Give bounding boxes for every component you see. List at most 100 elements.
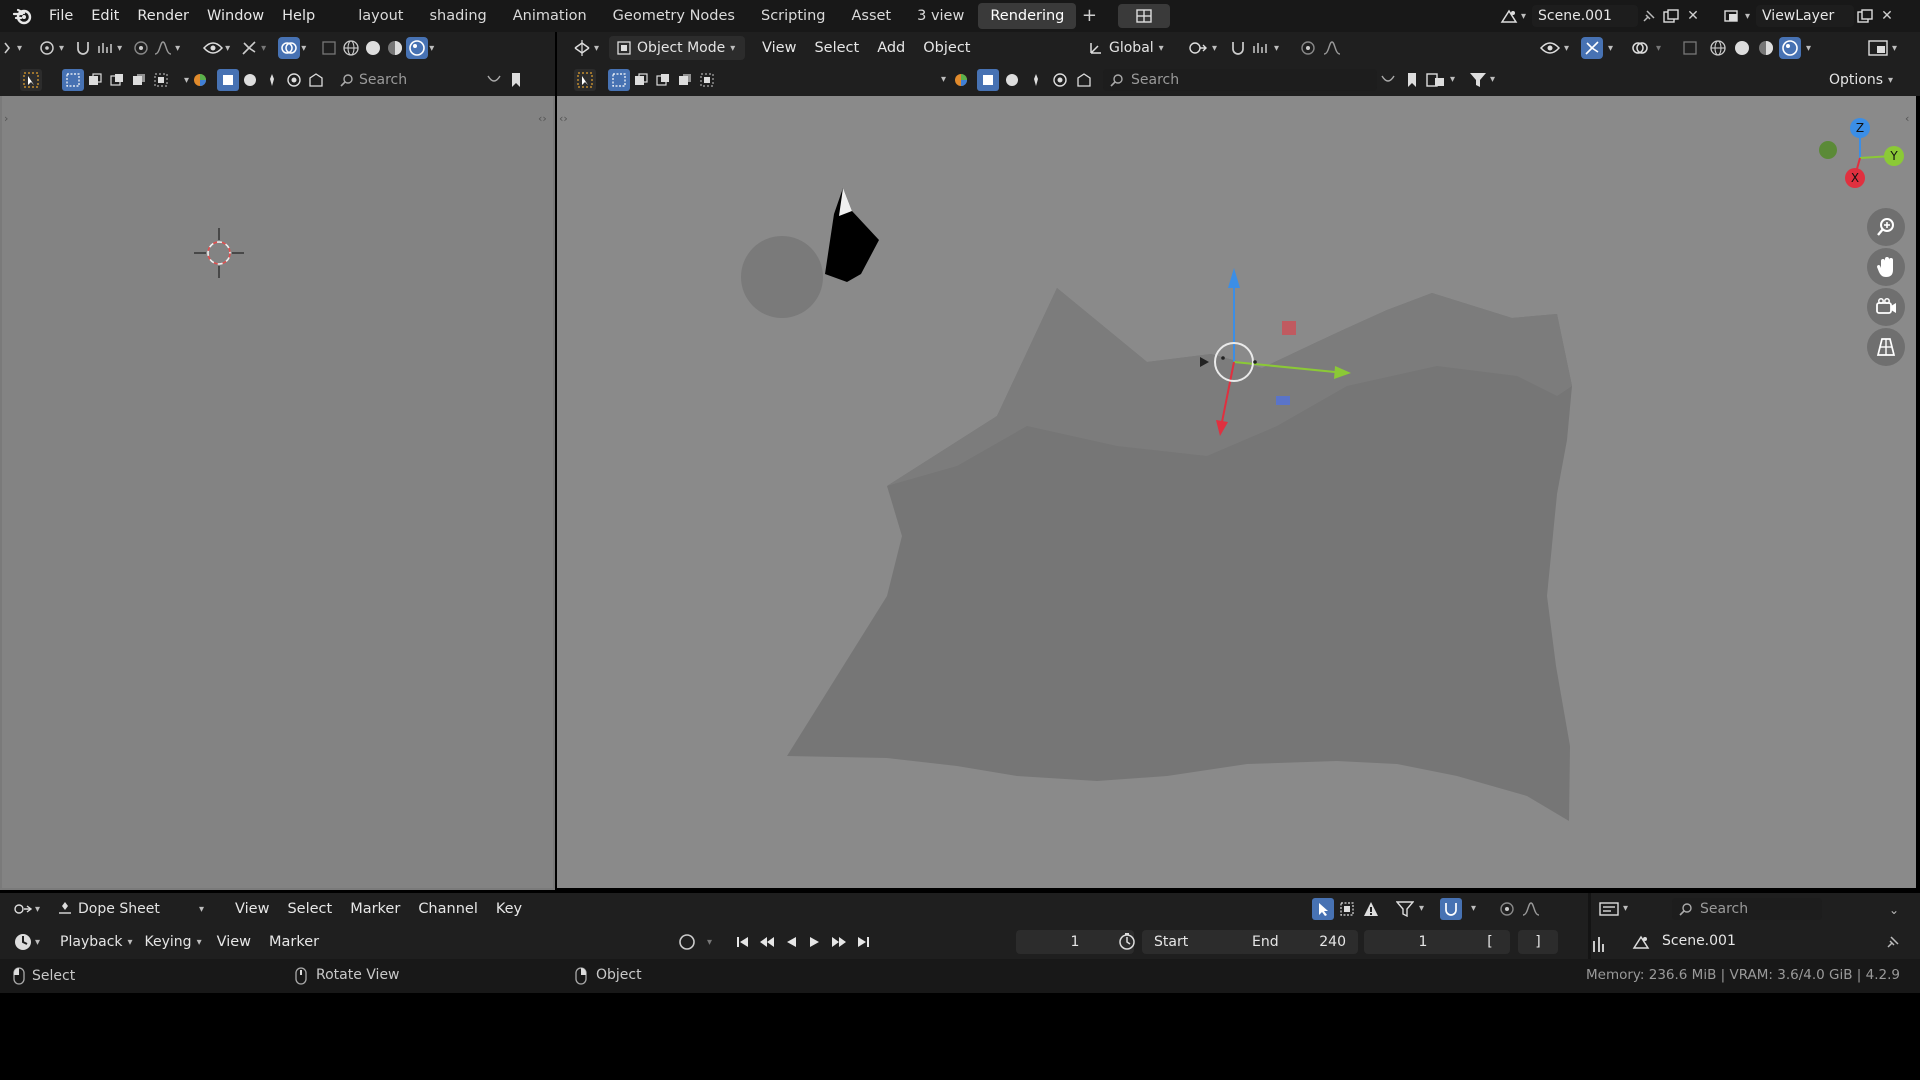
perspective-toggle-icon[interactable] — [1867, 328, 1905, 366]
play-icon[interactable] — [804, 931, 826, 953]
end-frame-field[interactable]: End 240 — [1240, 930, 1358, 954]
gizmo-xy-plane-handle[interactable] — [1276, 396, 1290, 405]
set-start-bracket-button[interactable]: [ — [1470, 930, 1510, 954]
visibility-eye-icon[interactable] — [1539, 37, 1561, 59]
zoom-icon[interactable] — [1867, 208, 1905, 246]
select-intersect-icon[interactable] — [696, 69, 718, 91]
rendered-shading-icon[interactable] — [406, 37, 429, 59]
chevron-down-icon[interactable]: ▾ — [225, 43, 230, 54]
wireframe-shading-icon[interactable] — [1707, 37, 1729, 59]
chevron-down-icon[interactable]: ▾ — [1521, 11, 1526, 22]
viewport-search-field[interactable]: Search — [1103, 69, 1377, 91]
material-shading-icon[interactable] — [1755, 37, 1777, 59]
tab-animation[interactable]: Animation — [501, 3, 599, 29]
other-filter-icon[interactable] — [1073, 69, 1095, 91]
close-view-layer-icon[interactable]: ✕ — [1876, 5, 1898, 27]
add-workspace-icon[interactable]: + — [1078, 5, 1100, 27]
bookmark-icon[interactable] — [505, 69, 527, 91]
select-new-icon[interactable] — [608, 69, 630, 91]
chevron-down-icon[interactable]: ▾ — [1450, 74, 1455, 85]
chevron-down-icon[interactable]: ⌄ — [1889, 903, 1899, 917]
jump-start-icon[interactable] — [732, 931, 754, 953]
filter-funnel-icon[interactable] — [1394, 898, 1416, 920]
chevron-down-icon[interactable]: ▾ — [1656, 43, 1661, 54]
xray-icon[interactable] — [318, 37, 340, 59]
object-type-filter-icon[interactable] — [189, 69, 211, 91]
menu-file[interactable]: File — [40, 8, 82, 24]
new-scene-icon[interactable] — [1660, 5, 1682, 27]
chevron-down-icon[interactable]: ▾ — [1564, 43, 1569, 54]
properties-filter-icon[interactable] — [1590, 933, 1612, 955]
chevron-down-icon[interactable]: ▾ — [1274, 43, 1279, 54]
mode-dropdown[interactable]: Object Mode ▾ — [609, 36, 746, 60]
other-filter-icon[interactable] — [305, 69, 327, 91]
select-invert-icon[interactable] — [674, 69, 696, 91]
select-subtract-icon[interactable] — [652, 69, 674, 91]
chevron-down-icon[interactable]: ▾ — [1623, 903, 1628, 914]
wireframe-shading-icon[interactable] — [340, 37, 362, 59]
editor-type-icon[interactable] — [12, 898, 34, 920]
chevron-down-icon[interactable]: ▾ — [261, 43, 266, 54]
gizmo-icon[interactable] — [238, 37, 260, 59]
keying-dropdown[interactable]: Keying ▾ — [139, 930, 208, 954]
select-extend-icon[interactable] — [630, 69, 652, 91]
set-end-bracket-button[interactable]: ] — [1518, 930, 1558, 954]
proportional-edit-icon[interactable] — [1297, 37, 1319, 59]
chevron-down-icon[interactable]: ▾ — [175, 43, 180, 54]
menu-marker[interactable]: Marker — [341, 901, 409, 917]
object-type-filter-icon[interactable] — [950, 69, 972, 91]
chevron-down-icon[interactable]: ▾ — [1212, 43, 1217, 54]
menu-key[interactable]: Key — [487, 901, 531, 917]
chevron-down-icon[interactable]: ▾ — [707, 937, 712, 948]
chevron-down-icon[interactable]: ▾ — [1419, 903, 1424, 914]
proportional-edit-icon[interactable] — [130, 37, 152, 59]
select-subtract-icon[interactable] — [106, 69, 128, 91]
camera-filter-icon[interactable] — [283, 69, 305, 91]
scene-icon[interactable] — [1498, 5, 1520, 27]
scene-name-field[interactable]: Scene.001 — [1532, 5, 1639, 27]
chevron-down-icon[interactable]: ▾ — [35, 904, 40, 915]
overlays-icon[interactable] — [278, 37, 301, 59]
menu-object[interactable]: Object — [914, 40, 979, 56]
falloff-icon[interactable] — [1520, 898, 1542, 920]
select-invert-icon[interactable] — [128, 69, 150, 91]
chevron-down-icon[interactable]: ▾ — [1608, 43, 1613, 54]
mesh-filter-icon[interactable] — [977, 69, 999, 91]
menu-add[interactable]: Add — [868, 40, 914, 56]
menu-edit[interactable]: Edit — [82, 8, 128, 24]
3d-viewport[interactable]: Z Y X ‹› ‹ — [557, 96, 1916, 888]
sphere-object[interactable] — [741, 236, 823, 318]
chevron-down-icon[interactable]: ▾ — [1892, 43, 1897, 54]
snap-target-icon[interactable] — [1249, 37, 1271, 59]
pivot-point-icon[interactable] — [1187, 37, 1209, 59]
select-tool-icon[interactable] — [574, 69, 596, 91]
tab-layout[interactable]: layout — [346, 3, 415, 29]
curve-filter-icon[interactable] — [239, 69, 261, 91]
material-shading-icon[interactable] — [384, 37, 406, 59]
pan-hand-icon[interactable] — [1867, 248, 1905, 286]
left-toolbar-toggle-icon[interactable]: › — [4, 112, 8, 125]
chevron-down-icon[interactable]: ▾ — [59, 43, 64, 54]
menu-view[interactable]: View — [226, 901, 278, 917]
chevron-down-icon[interactable]: ▾ — [17, 43, 22, 54]
menu-view[interactable]: View — [208, 934, 260, 950]
tab-3-view[interactable]: 3 view — [905, 3, 976, 29]
jump-keyframe-forward-icon[interactable] — [828, 931, 850, 953]
camera-object[interactable] — [825, 188, 879, 282]
left-viewport[interactable]: › ‹› — [2, 96, 553, 888]
scene-name[interactable]: Scene.001 — [1662, 933, 1736, 949]
jump-keyframe-back-icon[interactable] — [756, 931, 778, 953]
snap-icon[interactable] — [72, 37, 94, 59]
filter-dropdown-icon[interactable] — [483, 69, 505, 91]
falloff-icon[interactable] — [1321, 37, 1343, 59]
display-mode-icon[interactable] — [1425, 69, 1447, 91]
gizmo-neg-y-icon[interactable] — [1819, 141, 1837, 159]
show-hidden-icon[interactable] — [1336, 898, 1358, 920]
chevron-down-icon[interactable]: ▾ — [594, 43, 599, 54]
chevron-down-icon[interactable]: ▾ — [1490, 74, 1495, 85]
editor-type-3d-viewport-icon[interactable] — [571, 37, 593, 59]
select-extend-icon[interactable] — [84, 69, 106, 91]
xray-icon[interactable] — [1679, 37, 1701, 59]
preview-range-clock-icon[interactable] — [1116, 931, 1138, 953]
close-scene-icon[interactable]: ✕ — [1682, 5, 1704, 27]
